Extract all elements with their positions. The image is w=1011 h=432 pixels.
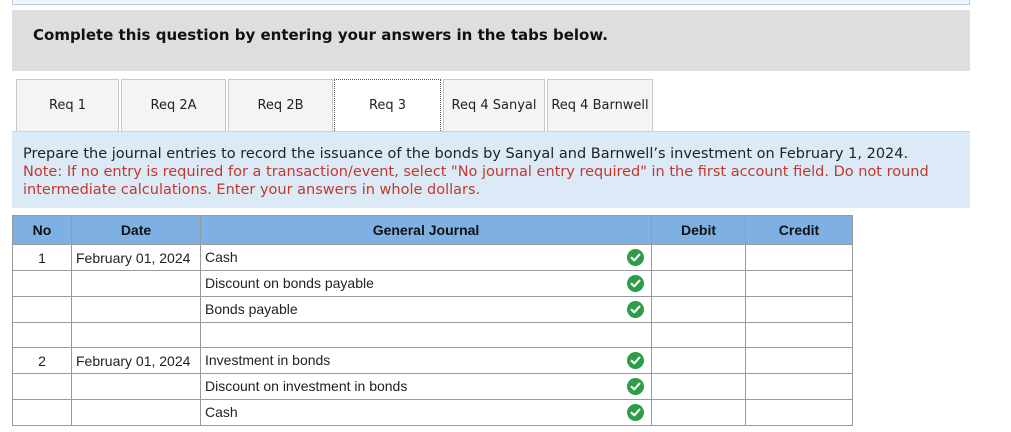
- table-row: Bonds payable: [12, 296, 853, 323]
- account-field[interactable]: Discount on investment in bonds: [200, 373, 652, 400]
- entry-date[interactable]: February 01, 2024: [71, 244, 201, 271]
- entry-number: [12, 399, 72, 426]
- account-field[interactable]: [200, 322, 652, 348]
- top-frame: [12, 0, 970, 5]
- debit-input[interactable]: [651, 296, 746, 323]
- credit-input[interactable]: [745, 296, 853, 323]
- account-field[interactable]: Cash: [200, 399, 652, 426]
- debit-input[interactable]: [651, 322, 746, 348]
- credit-input[interactable]: [745, 373, 853, 400]
- entry-date[interactable]: [71, 399, 201, 426]
- col-header-date: Date: [71, 215, 201, 245]
- tab-req-2b[interactable]: Req 2B: [228, 79, 333, 131]
- col-header-no: No: [12, 215, 72, 245]
- correct-check-icon: [627, 301, 644, 318]
- table-row: Cash: [12, 399, 853, 426]
- requirement-tabs: Req 1 Req 2A Req 2B Req 3 Req 4 Sanyal R…: [12, 79, 970, 131]
- account-name: Bonds payable: [205, 301, 298, 317]
- entry-date[interactable]: [71, 322, 201, 348]
- correct-check-icon: [627, 378, 644, 395]
- tab-req-1[interactable]: Req 1: [16, 79, 119, 131]
- col-header-journal: General Journal: [200, 215, 652, 245]
- entry-date[interactable]: [71, 296, 201, 323]
- entry-number: 1: [12, 244, 72, 271]
- debit-input[interactable]: [651, 347, 746, 374]
- instructions-note: Note: If no entry is required for a tran…: [23, 164, 929, 198]
- instructions-text: Prepare the journal entries to record th…: [23, 146, 909, 162]
- credit-input[interactable]: [745, 347, 853, 374]
- entry-date[interactable]: February 01, 2024: [71, 347, 201, 374]
- tab-req-3[interactable]: Req 3: [334, 79, 441, 131]
- question-header: Complete this question by entering your …: [12, 10, 970, 71]
- entry-number: [12, 270, 72, 297]
- correct-check-icon: [627, 275, 644, 292]
- account-field[interactable]: Cash: [200, 244, 652, 271]
- credit-input[interactable]: [745, 322, 853, 348]
- table-row: [12, 322, 853, 348]
- account-name: Investment in bonds: [205, 352, 331, 368]
- account-field[interactable]: Bonds payable: [200, 296, 652, 323]
- table-row: Discount on bonds payable: [12, 270, 853, 297]
- debit-input[interactable]: [651, 399, 746, 426]
- debit-input[interactable]: [651, 244, 746, 271]
- instructions-panel: Prepare the journal entries to record th…: [12, 131, 970, 208]
- correct-check-icon: [627, 352, 644, 369]
- entry-date[interactable]: [71, 373, 201, 400]
- entry-number: 2: [12, 347, 72, 374]
- account-field[interactable]: Investment in bonds: [200, 347, 652, 374]
- entry-number: [12, 322, 72, 348]
- correct-check-icon: [627, 404, 644, 421]
- tab-req-4-sanyal[interactable]: Req 4 Sanyal: [443, 79, 545, 131]
- col-header-credit: Credit: [745, 215, 853, 245]
- account-name: Discount on investment in bonds: [205, 378, 408, 394]
- debit-input[interactable]: [651, 270, 746, 297]
- tab-req-2a[interactable]: Req 2A: [121, 79, 226, 131]
- credit-input[interactable]: [745, 244, 853, 271]
- table-header-row: No Date General Journal Debit Credit: [12, 215, 853, 245]
- table-row: Discount on investment in bonds: [12, 373, 853, 400]
- debit-input[interactable]: [651, 373, 746, 400]
- entry-number: [12, 296, 72, 323]
- entry-number: [12, 373, 72, 400]
- credit-input[interactable]: [745, 270, 853, 297]
- tab-req-4-barnwell[interactable]: Req 4 Barnwell: [547, 79, 653, 131]
- account-name: Cash: [205, 404, 238, 420]
- table-row: 1 February 01, 2024 Cash: [12, 244, 853, 271]
- entry-date[interactable]: [71, 270, 201, 297]
- table-row: 2 February 01, 2024 Investment in bonds: [12, 347, 853, 374]
- header-text: Complete this question by entering your …: [33, 26, 608, 44]
- correct-check-icon: [627, 249, 644, 266]
- col-header-debit: Debit: [651, 215, 746, 245]
- account-name: Cash: [205, 249, 238, 265]
- general-journal-table: No Date General Journal Debit Credit 1 Fe…: [12, 215, 853, 426]
- credit-input[interactable]: [745, 399, 853, 426]
- account-name: Discount on bonds payable: [205, 275, 374, 291]
- account-field[interactable]: Discount on bonds payable: [200, 270, 652, 297]
